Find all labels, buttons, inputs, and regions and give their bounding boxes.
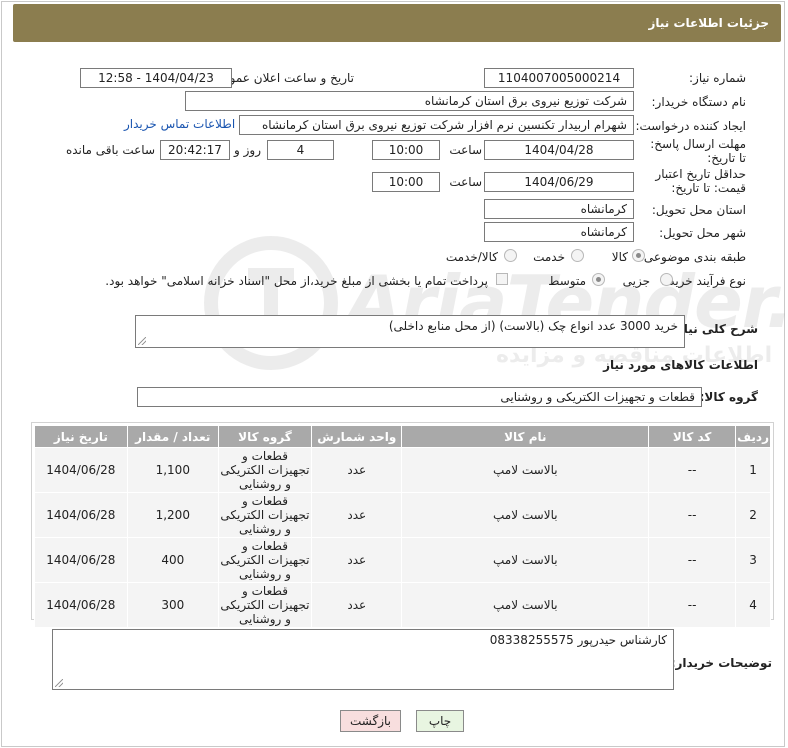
need-number-field: 1104007005000214 [484,68,634,88]
buyer-notes-text: کارشناس حیدرپور 08338255575 [489,633,667,647]
buyer-contact-link[interactable]: اطلاعات تماس خریدار [124,117,235,131]
cell-unit: عدد [311,447,403,493]
col-header-date: تاریخ نیاز [34,425,128,448]
resize-grip-icon[interactable] [138,337,146,345]
delivery-city-field: کرمانشاه [484,222,634,242]
category-goods-label: کالا [611,250,628,264]
cell-row: 4 [735,582,771,628]
table-row: 4 -- بالاست لامپ عدد قطعات و تجهیزات الک… [34,582,771,628]
col-header-qty: تعداد / مقدار [126,425,219,448]
cell-group: قطعات و تجهیزات الکتریکی و روشنایی [217,537,313,583]
purchase-process-label: نوع فرآیند خرید : [661,274,746,288]
col-header-group: گروه کالا [217,425,313,448]
remaining-days-field: 4 [267,140,334,160]
buyer-org-label: نام دستگاه خریدار: [651,95,747,109]
goods-group-label: گروه کالا: [699,390,758,404]
need-number-label: شماره نیاز: [689,71,746,85]
cell-name: بالاست لامپ [401,447,650,493]
table-row: 2 -- بالاست لامپ عدد قطعات و تجهیزات الک… [34,492,771,538]
general-description-text: خرید 3000 عدد انواع چک (بالاست) (از محل … [388,319,678,333]
cell-name: بالاست لامپ [401,582,650,628]
table-row: 3 -- بالاست لامپ عدد قطعات و تجهیزات الک… [34,537,771,583]
process-minor-radio[interactable] [660,273,673,286]
col-header-code: کد کالا [648,425,737,448]
buyer-notes-textarea: کارشناس حیدرپور 08338255575 [52,629,674,690]
cell-code: -- [648,492,737,538]
general-description-textarea: خرید 3000 عدد انواع چک (بالاست) (از محل … [135,315,685,348]
price-validity-date-field: 1404/06/29 [484,172,634,192]
buyer-org-field: شرکت توزیع نیروی برق استان کرمانشاه [185,91,634,111]
reply-deadline-time-field: 10:00 [372,140,440,160]
delivery-province-field: کرمانشاه [484,199,634,219]
category-label: طبقه بندی موضوعی: [639,250,746,264]
price-validity-time-label: ساعت [449,175,482,189]
cell-date: 1404/06/28 [34,582,128,628]
print-button[interactable]: چاپ [416,710,464,732]
process-medium-radio[interactable] [592,273,605,286]
items-table: ردیف کد کالا نام کالا واحد شمارش گروه کا… [34,425,771,628]
cell-qty: 400 [126,537,219,583]
requester-label: ایجاد کننده درخواست: [635,119,746,133]
col-header-name: نام کالا [401,425,650,448]
cell-qty: 1,100 [126,447,219,493]
category-service-radio[interactable] [571,249,584,262]
cell-group: قطعات و تجهیزات الکتریکی و روشنایی [217,447,313,493]
resize-grip-icon[interactable] [55,679,63,687]
cell-unit: عدد [311,582,403,628]
cell-group: قطعات و تجهیزات الکتریکی و روشنایی [217,492,313,538]
cell-name: بالاست لامپ [401,492,650,538]
items-table-header-row: ردیف کد کالا نام کالا واحد شمارش گروه کا… [34,425,771,448]
price-validity-time-field: 10:00 [372,172,440,192]
cell-code: -- [648,447,737,493]
cell-row: 3 [735,537,771,583]
requester-field: شهرام اربیدار تکنسین نرم افزار شرکت توزی… [239,115,634,135]
delivery-city-label: شهر محل تحویل: [659,226,746,240]
price-validity-label: حداقل تاریخ اعتبار قیمت: تا تاریخ: [655,167,746,195]
announce-datetime-field: 1404/04/23 - 12:58 [80,68,232,88]
category-service-label: خدمت [533,250,565,264]
cell-date: 1404/06/28 [34,447,128,493]
col-header-row: ردیف [735,425,771,448]
cell-row: 1 [735,447,771,493]
table-row: 1 -- بالاست لامپ عدد قطعات و تجهیزات الک… [34,447,771,493]
cell-date: 1404/06/28 [34,492,128,538]
treasury-payment-note: پرداخت تمام یا بخشی از مبلغ خرید،از محل … [105,274,488,288]
goods-info-title: اطلاعات کالاهای مورد نیاز [603,358,758,372]
page-title: جزئیات اطلاعات نیاز [648,16,769,30]
treasury-payment-checkbox[interactable] [496,273,508,285]
cell-row: 2 [735,492,771,538]
process-medium-label: متوسط [548,274,586,288]
page-header: جزئیات اطلاعات نیاز [13,4,781,42]
col-header-unit: واحد شمارش [311,425,403,448]
cell-qty: 300 [126,582,219,628]
back-button[interactable]: بازگشت [340,710,401,732]
goods-group-field: قطعات و تجهیزات الکتریکی و روشنایی [137,387,702,407]
buyer-notes-label: توضیحات خریدار: [670,656,772,670]
reply-deadline-time-label: ساعت [449,143,482,157]
category-goods-radio[interactable] [632,249,645,262]
cell-name: بالاست لامپ [401,537,650,583]
cell-unit: عدد [311,537,403,583]
cell-unit: عدد [311,492,403,538]
cell-date: 1404/06/28 [34,537,128,583]
remaining-time-field: 20:42:17 [160,140,230,160]
cell-code: -- [648,537,737,583]
cell-qty: 1,200 [126,492,219,538]
cell-code: -- [648,582,737,628]
delivery-province-label: استان محل تحویل: [651,203,746,217]
process-minor-label: جزیی [622,274,650,288]
remaining-days-label: روز و [234,143,261,157]
reply-deadline-label: مهلت ارسال پاسخ: تا تاریخ: [650,137,746,165]
cell-group: قطعات و تجهیزات الکتریکی و روشنایی [217,582,313,628]
reply-deadline-date-field: 1404/04/28 [484,140,634,160]
category-goods-service-radio[interactable] [504,249,517,262]
category-goods-service-label: کالا/خدمت [445,250,498,264]
remaining-time-label: ساعت باقی مانده [65,143,155,157]
